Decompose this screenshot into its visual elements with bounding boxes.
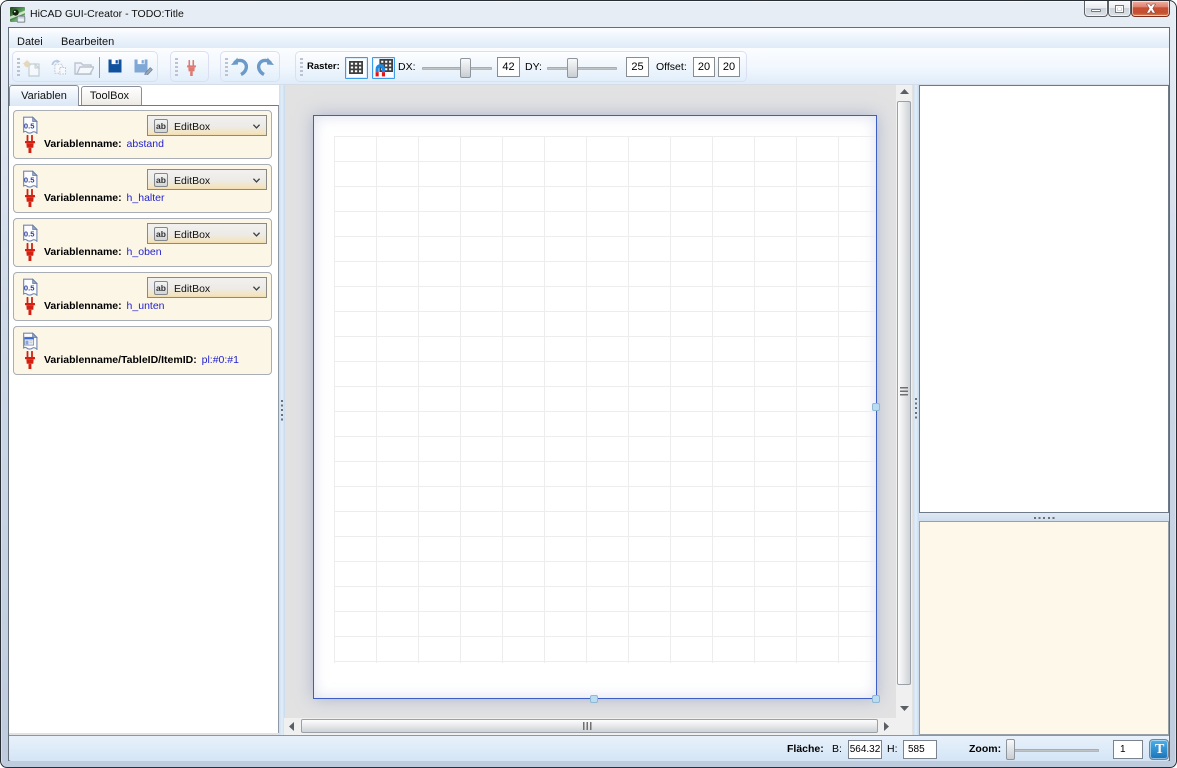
svg-text:0.5: 0.5 [24,176,35,185]
svg-text:0.5: 0.5 [24,122,35,131]
svg-text:0.5: 0.5 [24,284,35,293]
svg-text:0.5: 0.5 [24,230,35,239]
